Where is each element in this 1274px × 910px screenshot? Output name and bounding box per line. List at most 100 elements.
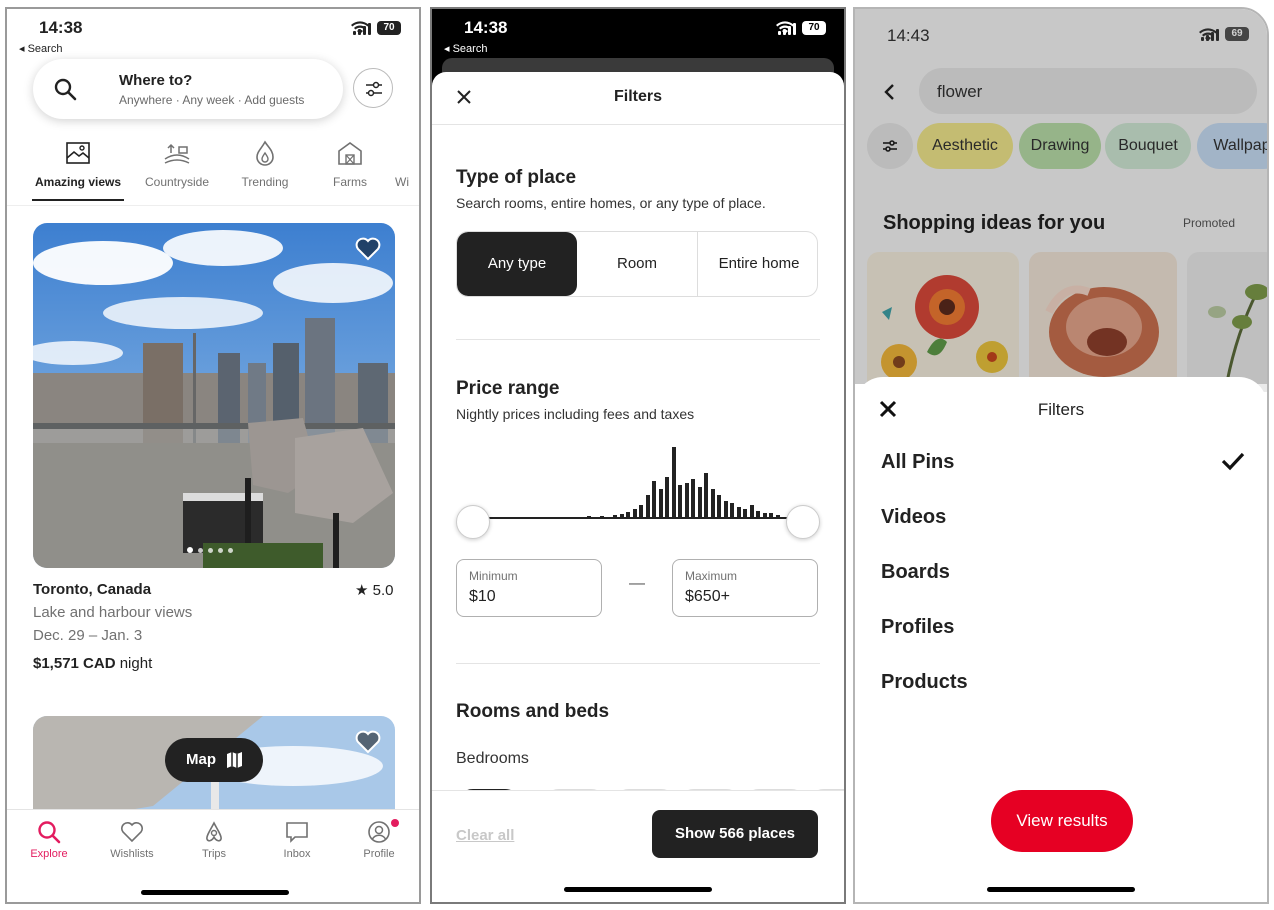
wishlist-heart-icon[interactable] [355, 237, 381, 261]
checkmark-icon [1221, 452, 1245, 471]
message-icon [286, 822, 308, 843]
category-trending[interactable]: Trending [219, 139, 311, 189]
rooms-and-beds-heading: Rooms and beds [456, 701, 610, 722]
listing-location: Toronto, Canada [33, 581, 152, 598]
option-products[interactable]: Products [881, 671, 968, 694]
price-unit: night [115, 655, 153, 672]
category-label: Wi [395, 175, 409, 189]
tab-profile[interactable]: Profile [339, 819, 419, 860]
modal-overlay[interactable] [855, 9, 1267, 384]
listing-rating: ★ 5.0 [355, 582, 394, 599]
category-partial[interactable]: Wi [395, 139, 419, 189]
map-button[interactable]: Map [165, 738, 263, 782]
sheet-title: Filters [1037, 400, 1085, 419]
category-farms[interactable]: Farms [304, 139, 396, 189]
tab-wishlists[interactable]: Wishlists [92, 820, 172, 860]
histogram-bar [606, 517, 611, 519]
histogram-bar [775, 515, 780, 519]
clear-all-button[interactable]: Clear all [456, 827, 514, 844]
countryside-icon [164, 143, 190, 164]
heart-icon [121, 822, 143, 843]
price-amount: $1,571 CAD [33, 655, 116, 672]
sheet-title: Filters [613, 88, 662, 105]
maximum-value: $650+ [685, 588, 730, 605]
tab-explore[interactable]: Explore [9, 820, 89, 860]
price-max-handle[interactable] [786, 505, 820, 539]
barn-icon [338, 142, 362, 165]
histogram-bar [619, 514, 624, 519]
category-countryside[interactable]: Countryside [128, 139, 226, 189]
status-time: 14:38 [39, 18, 83, 37]
bottom-tab-bar: Explore Wishlists Trips Inbox Profile [7, 809, 419, 902]
tab-label: Profile [363, 848, 395, 860]
map-icon [227, 752, 242, 768]
minimum-price-field[interactable]: Minimum $10 [456, 559, 602, 617]
filters-bottom-sheet: Filters All Pins Videos Boards Profiles … [855, 377, 1267, 902]
option-videos[interactable]: Videos [881, 506, 946, 529]
partial-icon [395, 139, 419, 167]
listing-dates: Dec. 29 – Jan. 3 [33, 627, 143, 644]
notification-dot [391, 819, 399, 827]
status-bar: 14:38 ◂ Search 70 [7, 9, 419, 61]
histogram-bar [749, 505, 754, 519]
tab-trips[interactable]: Trips [174, 820, 254, 860]
histogram-bar [580, 517, 585, 519]
listing-photo[interactable] [33, 223, 395, 568]
range-dash: — [629, 575, 645, 592]
pinterest-filters-screen: 14:43 69 flower Aesthetic Drawing Bouque… [853, 7, 1269, 904]
histogram-bar [593, 517, 598, 519]
option-all-pins[interactable]: All Pins [881, 451, 954, 474]
divider [456, 339, 820, 340]
histogram-bar [704, 473, 708, 519]
histogram-bar [574, 517, 578, 519]
category-amazing-views[interactable]: Amazing views [32, 139, 124, 201]
category-label: Amazing views [34, 175, 122, 189]
type-of-place-selector: Any type Room Entire home [456, 231, 818, 297]
search-icon [54, 78, 77, 101]
option-profiles[interactable]: Profiles [881, 616, 954, 639]
home-indicator [564, 887, 712, 892]
listing-price: $1,571 CAD night [33, 655, 152, 672]
city-balcony-photo [33, 223, 395, 568]
histogram-bar [658, 489, 663, 519]
histogram-bar [665, 477, 669, 519]
filters-sheet: Filters Type of place Search rooms, enti… [432, 72, 844, 902]
option-boards[interactable]: Boards [881, 561, 950, 584]
map-button-label: Map [186, 751, 216, 768]
profile-icon [368, 821, 390, 843]
histogram-bar [723, 501, 728, 519]
histogram-bar [626, 512, 630, 519]
type-of-place-heading: Type of place [456, 167, 577, 188]
back-to-search-link[interactable]: ◂ Search [444, 42, 487, 55]
battery-icon: 70 [377, 21, 401, 35]
where-to-search-bar[interactable]: Where to? Anywhere · Any week · Add gues… [33, 59, 343, 119]
maximum-price-field[interactable]: Maximum $650+ [672, 559, 818, 617]
view-results-button[interactable]: View results [991, 790, 1133, 852]
histogram-bar [678, 485, 682, 519]
option-entire-home[interactable]: Entire home [697, 232, 817, 296]
filters-button[interactable] [353, 68, 393, 108]
search-icon [38, 821, 61, 844]
price-min-handle[interactable] [456, 505, 490, 539]
option-room[interactable]: Room [577, 232, 697, 296]
option-any-type[interactable]: Any type [457, 232, 577, 296]
home-indicator [987, 887, 1135, 892]
battery-level: 70 [808, 22, 820, 33]
listing-description: Lake and harbour views [33, 604, 193, 621]
airbnb-explore-screen: 14:38 ◂ Search 70 Where to? Anywhere · A… [5, 7, 421, 904]
price-histogram [456, 439, 818, 519]
back-to-search-link[interactable]: ◂ Search [19, 42, 62, 55]
status-time: 14:38 [464, 18, 508, 37]
histogram-bar [613, 515, 617, 519]
histogram-bar [671, 447, 676, 519]
histogram-bar [762, 513, 767, 519]
show-places-button[interactable]: Show 566 places [652, 810, 818, 858]
wishlist-heart-icon[interactable] [355, 730, 381, 754]
divider [456, 663, 820, 664]
histogram-bar [717, 495, 721, 519]
status-bar: 14:38 ◂ Search 70 [432, 9, 844, 61]
tab-label: Explore [30, 848, 68, 860]
minimum-label: Minimum [469, 569, 518, 583]
sheet-header: Filters [432, 72, 844, 125]
tab-inbox[interactable]: Inbox [257, 820, 337, 860]
